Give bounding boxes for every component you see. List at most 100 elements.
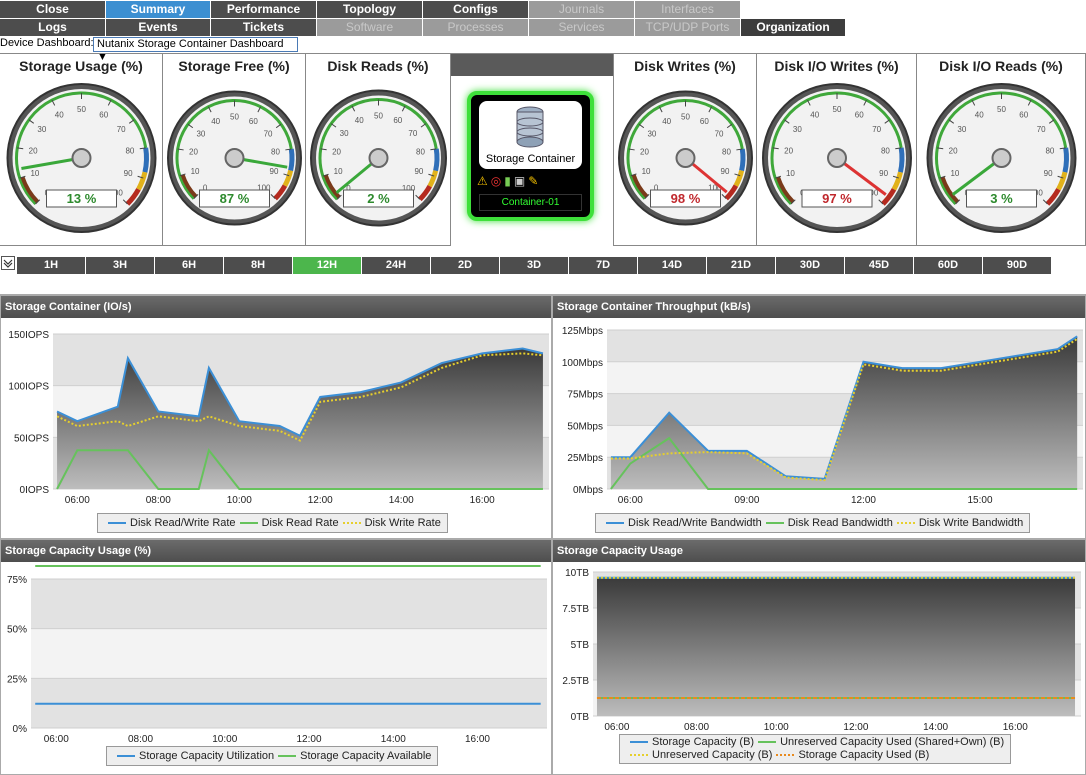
legend-item[interactable]: Disk Read/Write Rate (104, 517, 236, 529)
gauge-tick-label: 90 (879, 169, 888, 178)
time-span-7d[interactable]: 7D (569, 257, 637, 274)
wrench-icon[interactable]: ✎ (528, 174, 541, 188)
y-tick-label: 25Mbps (567, 453, 603, 464)
gauge-cell: Disk I/O Reads (%)0102030405060708090100… (917, 54, 1086, 246)
legend-item[interactable]: Disk Read Rate (236, 517, 339, 529)
x-tick-label: 10:00 (227, 495, 252, 506)
x-tick-label: 16:00 (465, 734, 490, 745)
time-span-14d[interactable]: 14D (638, 257, 706, 274)
time-span-90d[interactable]: 90D (983, 257, 1051, 274)
device-tile[interactable]: Storage Container ⚠◎▮▣✎ Container-01 (467, 91, 594, 221)
gauge-dial: 01020304050607080901003 % (926, 83, 1077, 233)
throughput-panel: Storage Container Throughput (kB/s) 125M… (552, 295, 1086, 539)
gauge-tick-label: 90 (414, 167, 423, 176)
time-span-21d[interactable]: 21D (707, 257, 775, 274)
x-tick-label: 12:00 (843, 722, 868, 733)
tab-journals: Journals (529, 1, 634, 18)
lifebuoy-icon[interactable]: ◎ (491, 174, 504, 188)
y-tick-label: 10TB (565, 568, 589, 579)
tab-services: Services (529, 19, 634, 36)
io-panel-title: Storage Container (IO/s) (1, 296, 551, 318)
capacity-pct-chart: 75% 50% 25% 0% 06:00 08:00 10:00 12:00 14:00 16:0… (7, 564, 547, 745)
gauge-arc (897, 147, 905, 173)
gauge-tick-label: 70 (117, 125, 126, 134)
tab-interfaces: Interfaces (635, 1, 740, 18)
gauge-arc (142, 147, 149, 173)
device-name[interactable]: Container-01 (479, 194, 582, 211)
x-tick-label: 06:00 (604, 722, 629, 733)
gauge-readout: 3 % (990, 191, 1013, 206)
gauge-tick-label: 90 (124, 169, 133, 178)
legend-item[interactable]: Storage Capacity Available (274, 750, 431, 762)
x-tick-label: 14:00 (381, 734, 406, 745)
legend-item[interactable]: Unreserved Capacity Used (Shared+Own) (B… (754, 736, 1004, 748)
gauge-cell: Storage Usage (%)01020304050607080901001… (0, 54, 163, 246)
gauge-tick-label: 50 (230, 113, 239, 122)
gauge-tick-label: 20 (784, 146, 793, 155)
tab-tcp-udp-ports: TCP/UDP Ports (635, 19, 740, 36)
gauge-row: Storage Usage (%)01020304050607080901001… (0, 53, 1086, 246)
time-span-8h[interactable]: 8H (224, 257, 292, 274)
time-span-12h[interactable]: 12H (293, 257, 361, 274)
io-panel: Storage Container (IO/s) 150IOPS 100IOPS 5… (0, 295, 552, 539)
tab-configs[interactable]: Configs (423, 1, 528, 18)
legend-item[interactable]: Disk Write Rate (339, 517, 441, 529)
gauge-tick-label: 60 (700, 117, 709, 126)
throughput-panel-title: Storage Container Throughput (kB/s) (553, 296, 1085, 318)
time-span-24h[interactable]: 24H (362, 257, 430, 274)
time-span-2d[interactable]: 2D (431, 257, 499, 274)
time-span-3d[interactable]: 3D (500, 257, 568, 274)
x-tick-label: 09:00 (734, 495, 759, 506)
gauge-tick-label: 80 (271, 148, 280, 157)
gauge-cell: Disk Reads (%) 0 10 20 30 40 50 60 70 80 90 100 2 % (306, 54, 451, 246)
gauge-tick-label: 50 (833, 105, 842, 114)
time-span-6h[interactable]: 6H (155, 257, 223, 274)
capacity-pct-panel: Storage Capacity Usage (%) 75% 50% 25% 0% 06… (0, 539, 552, 775)
time-span-45d[interactable]: 45D (845, 257, 913, 274)
tab-processes: Processes (423, 19, 528, 36)
y-tick-label: 50Mbps (567, 421, 603, 432)
legend-item[interactable]: Unreserved Capacity (B) (626, 749, 772, 761)
grid-band (31, 628, 547, 679)
legend-item[interactable]: Storage Capacity Used (B) (772, 749, 929, 761)
capacity-pct-panel-title: Storage Capacity Usage (%) (1, 540, 551, 562)
tab-performance[interactable]: Performance (211, 1, 316, 18)
gauge-tick-label: 30 (196, 130, 205, 139)
gauge-tick-label: 20 (640, 148, 649, 157)
legend-item[interactable]: Disk Write Bandwidth (893, 517, 1023, 529)
collapse-icon[interactable] (1, 256, 15, 270)
x-tick-label: 06:00 (618, 495, 643, 506)
tab-tickets[interactable]: Tickets (211, 19, 316, 36)
bar-chart-icon[interactable]: ▮ (504, 174, 514, 188)
time-span-30d[interactable]: 30D (776, 257, 844, 274)
tab-organization[interactable]: Organization (741, 19, 845, 36)
tab-events[interactable]: Events (106, 19, 210, 36)
device-dashboard-select[interactable]: Nutanix Storage Container Dashboard ▼ (93, 37, 298, 63)
tab-software: Software (317, 19, 422, 36)
legend-item[interactable]: Disk Read/Write Bandwidth (602, 517, 762, 529)
chart-legend: Disk Read/Write Rate Disk Read Rate Disk W… (97, 513, 448, 533)
time-span-3h[interactable]: 3H (86, 257, 154, 274)
warning-icon[interactable]: ⚠ (477, 174, 491, 188)
chart-legend: Disk Read/Write Bandwidth Disk Read Bandw… (595, 513, 1031, 533)
tab-topology[interactable]: Topology (317, 1, 422, 18)
tab-close[interactable]: Close (0, 1, 105, 18)
tab-summary[interactable]: Summary (106, 1, 210, 18)
legend-item[interactable]: Disk Read Bandwidth (762, 517, 893, 529)
chart-legend: Storage Capacity Utilization Storage Capa… (106, 746, 439, 766)
gauge-tick-label: 40 (662, 117, 671, 126)
legend-item[interactable]: Storage Capacity (B) (626, 736, 754, 748)
gauge-tick-label: 50 (374, 112, 383, 121)
y-tick-label: 75% (7, 575, 27, 586)
tab-logs[interactable]: Logs (0, 19, 105, 36)
gauge-tick-label: 70 (715, 130, 724, 139)
legend-item[interactable]: Storage Capacity Utilization (113, 750, 274, 762)
time-span-60d[interactable]: 60D (914, 257, 982, 274)
time-span-1h[interactable]: 1H (17, 257, 85, 274)
gauge-tick-label: 40 (55, 110, 64, 119)
gauge-readout: 87 % (220, 191, 250, 206)
printer-icon[interactable]: ▣ (514, 174, 528, 188)
gauge-tick-label: 70 (872, 125, 881, 134)
gauge-cell: Storage Free (%) 0 10 20 30 40 50 60 70 80 90 100 87… (163, 54, 306, 246)
gauge-tick-label: 50 (681, 113, 690, 122)
